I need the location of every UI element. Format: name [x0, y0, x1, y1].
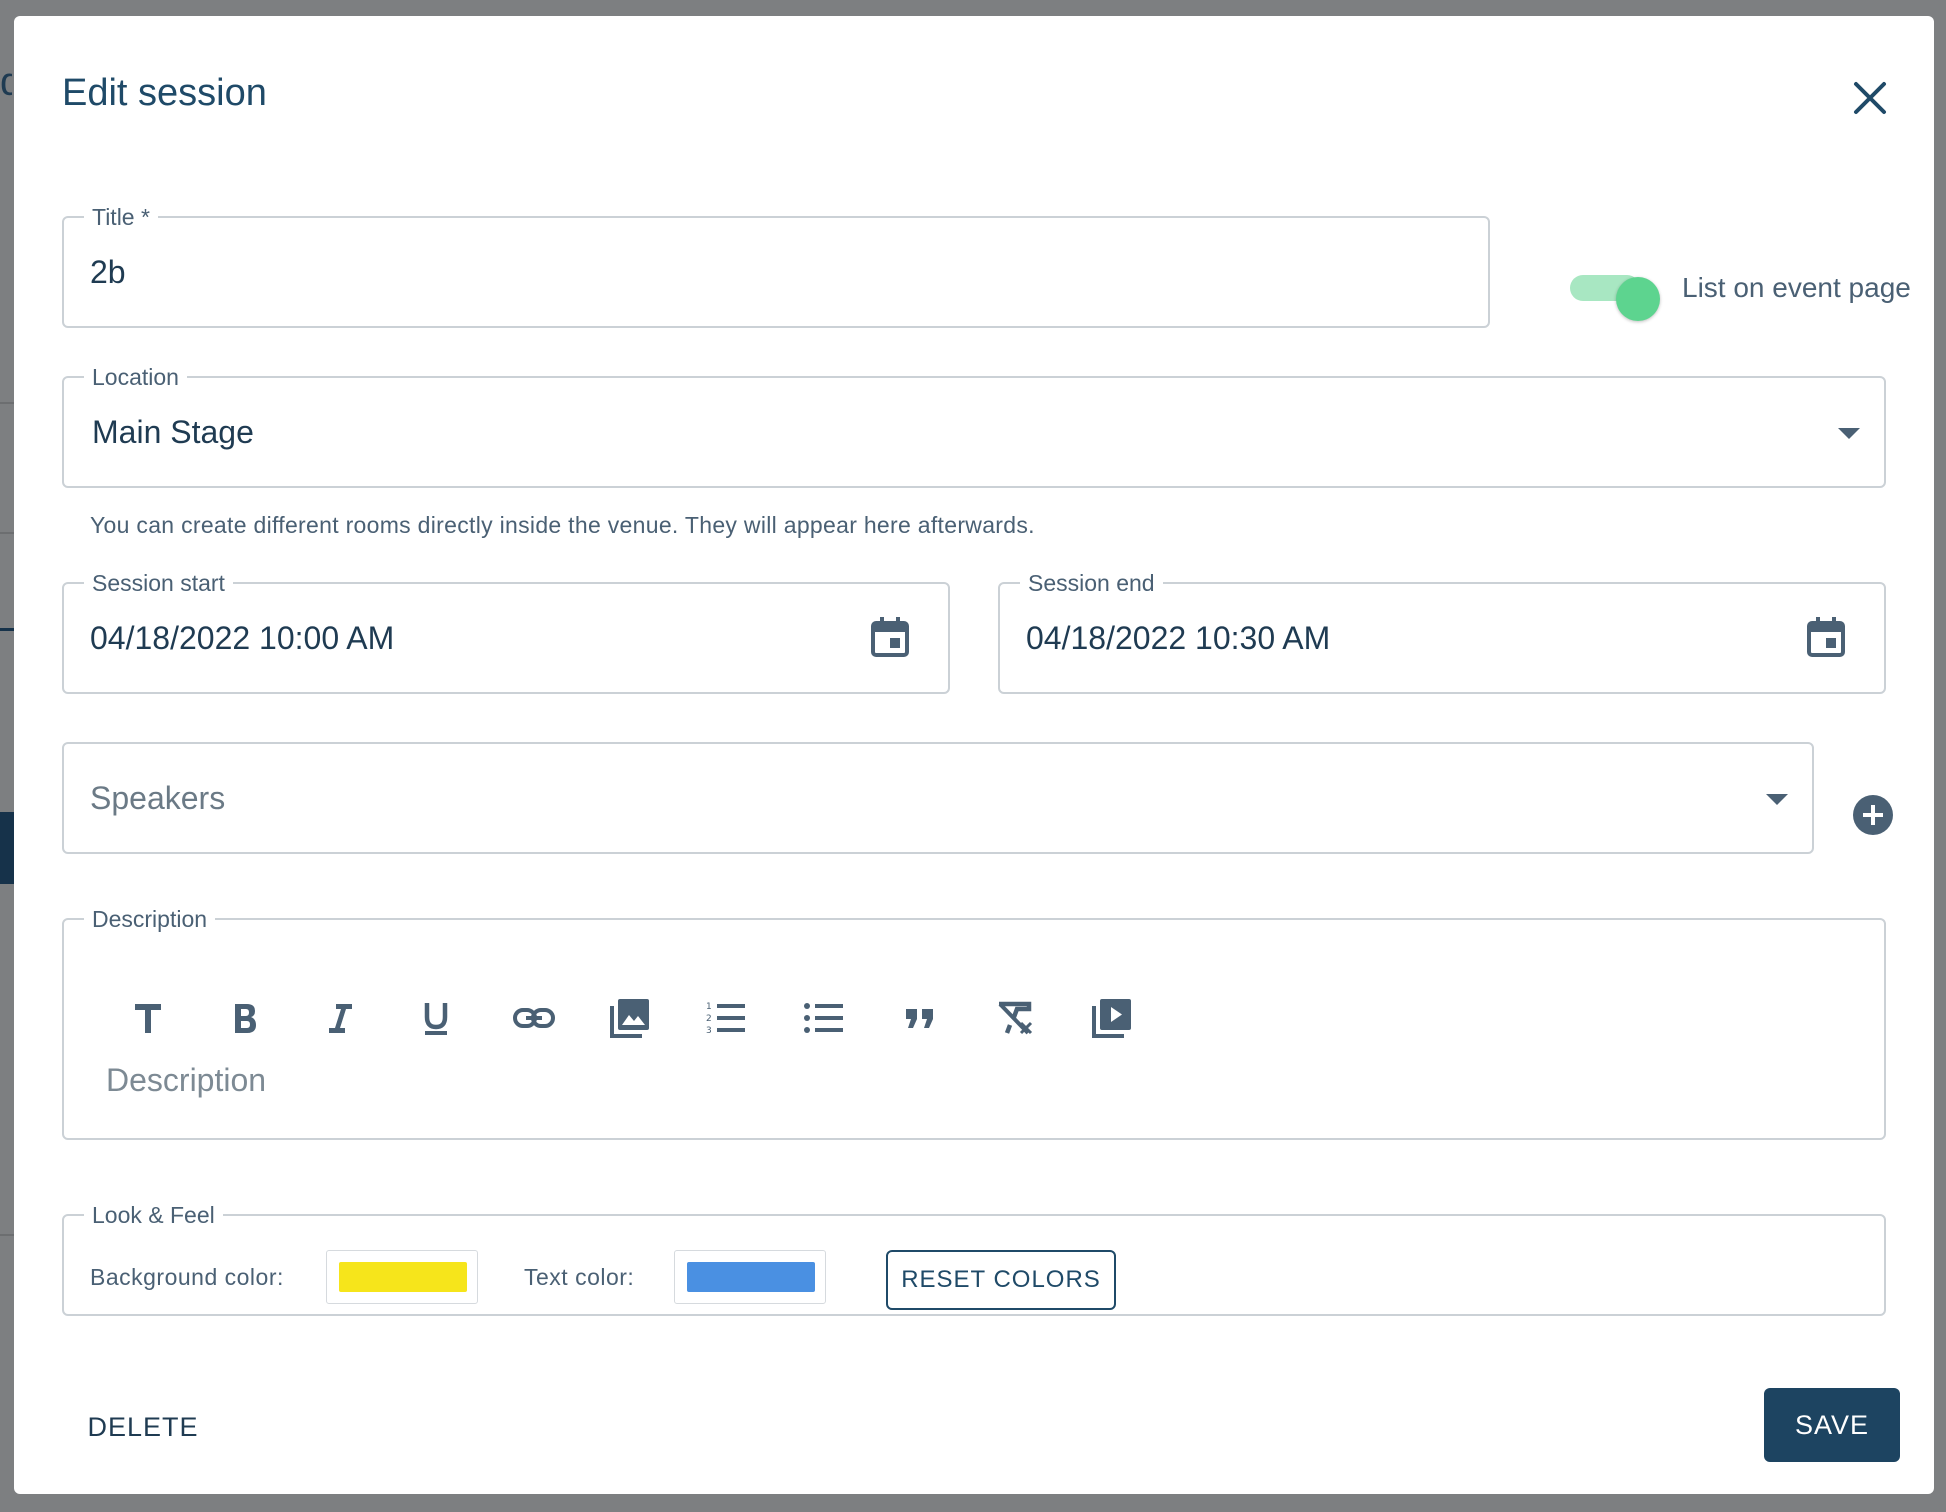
delete-button[interactable]: DELETE — [76, 1402, 210, 1452]
toggle-label: List on event page — [1682, 272, 1911, 303]
toggle-track[interactable] — [1570, 275, 1660, 321]
session-start-field[interactable]: Session start 04/18/2022 10:00 AM — [62, 568, 950, 694]
italic-button[interactable] — [316, 994, 364, 1042]
session-end-label: Session end — [1020, 568, 1163, 598]
video-icon — [1092, 999, 1131, 1038]
title-label: Title * — [84, 202, 158, 232]
toggle-thumb[interactable] — [1616, 277, 1660, 321]
bullet-list-button[interactable] — [800, 994, 848, 1042]
image-button[interactable] — [606, 994, 654, 1042]
clear-format-button[interactable] — [990, 994, 1038, 1042]
add-speaker-icon[interactable] — [1852, 794, 1894, 836]
numbered-list-button[interactable]: 1 2 3 — [702, 994, 750, 1042]
image-icon — [610, 999, 649, 1038]
session-start-input[interactable]: 04/18/2022 10:00 AM — [90, 620, 394, 657]
reset-colors-button[interactable]: RESET COLORS — [886, 1250, 1116, 1310]
link-button[interactable] — [510, 994, 558, 1042]
background-color-picker[interactable] — [326, 1250, 478, 1304]
heading-button[interactable] — [124, 994, 172, 1042]
video-button[interactable] — [1088, 994, 1136, 1042]
background-divider — [0, 532, 14, 534]
description-input[interactable]: Description — [106, 1062, 266, 1099]
clear-format-icon — [998, 1001, 1033, 1035]
text-color-picker[interactable] — [674, 1250, 826, 1304]
save-button[interactable]: SAVE — [1764, 1388, 1900, 1462]
heading-icon — [135, 1004, 161, 1033]
session-end-input[interactable]: 04/18/2022 10:30 AM — [1026, 620, 1330, 657]
chevron-down-icon — [1838, 428, 1860, 439]
session-start-label: Session start — [84, 568, 233, 598]
close-icon — [1854, 82, 1886, 114]
svg-text:2: 2 — [706, 1014, 712, 1024]
underline-icon — [424, 1003, 448, 1035]
description-label: Description — [84, 904, 216, 934]
session-end-field[interactable]: Session end 04/18/2022 10:30 AM — [998, 568, 1886, 694]
background-fragment: d — [0, 60, 12, 104]
location-value: Main Stage — [92, 414, 254, 450]
text-color-label: Text color: — [524, 1264, 635, 1290]
italic-icon — [329, 1004, 352, 1033]
title-input[interactable]: 2b — [90, 254, 126, 291]
calendar-icon[interactable] — [870, 616, 910, 658]
dialog-title: Edit session — [62, 72, 267, 114]
background-divider — [0, 1234, 14, 1236]
svg-text:3: 3 — [706, 1026, 712, 1036]
bold-icon — [235, 1004, 256, 1033]
underline-button[interactable] — [412, 994, 460, 1042]
location-helper-text: You can create different rooms directly … — [90, 512, 1035, 538]
look-feel-label: Look & Feel — [84, 1200, 223, 1230]
speakers-select[interactable]: Speakers — [62, 742, 1814, 854]
background-color-swatch — [339, 1262, 467, 1292]
quote-icon — [906, 1009, 933, 1028]
close-button[interactable] — [1844, 72, 1896, 124]
background-divider — [0, 402, 14, 404]
calendar-icon[interactable] — [1806, 616, 1846, 658]
location-select[interactable]: Location Main Stage — [62, 362, 1886, 488]
text-color-swatch — [687, 1262, 815, 1292]
bullet-list-icon — [804, 1003, 843, 1033]
speakers-placeholder: Speakers — [90, 780, 226, 816]
chevron-down-icon — [1766, 794, 1788, 805]
numbered-list-icon: 1 2 3 — [706, 1002, 745, 1036]
edit-session-dialog: Edit session Title * 2b List on event pa… — [14, 16, 1934, 1494]
location-label: Location — [84, 362, 187, 392]
list-on-event-page-toggle[interactable]: List on event page — [1560, 264, 1920, 321]
title-field[interactable]: Title * 2b — [62, 202, 1490, 328]
background-color-label: Background color: — [90, 1264, 284, 1290]
svg-text:1: 1 — [706, 1002, 712, 1012]
quote-button[interactable] — [896, 994, 944, 1042]
link-icon — [513, 1008, 555, 1028]
background-button — [0, 812, 14, 884]
background-tab-indicator — [0, 628, 14, 631]
bold-button[interactable] — [220, 994, 268, 1042]
